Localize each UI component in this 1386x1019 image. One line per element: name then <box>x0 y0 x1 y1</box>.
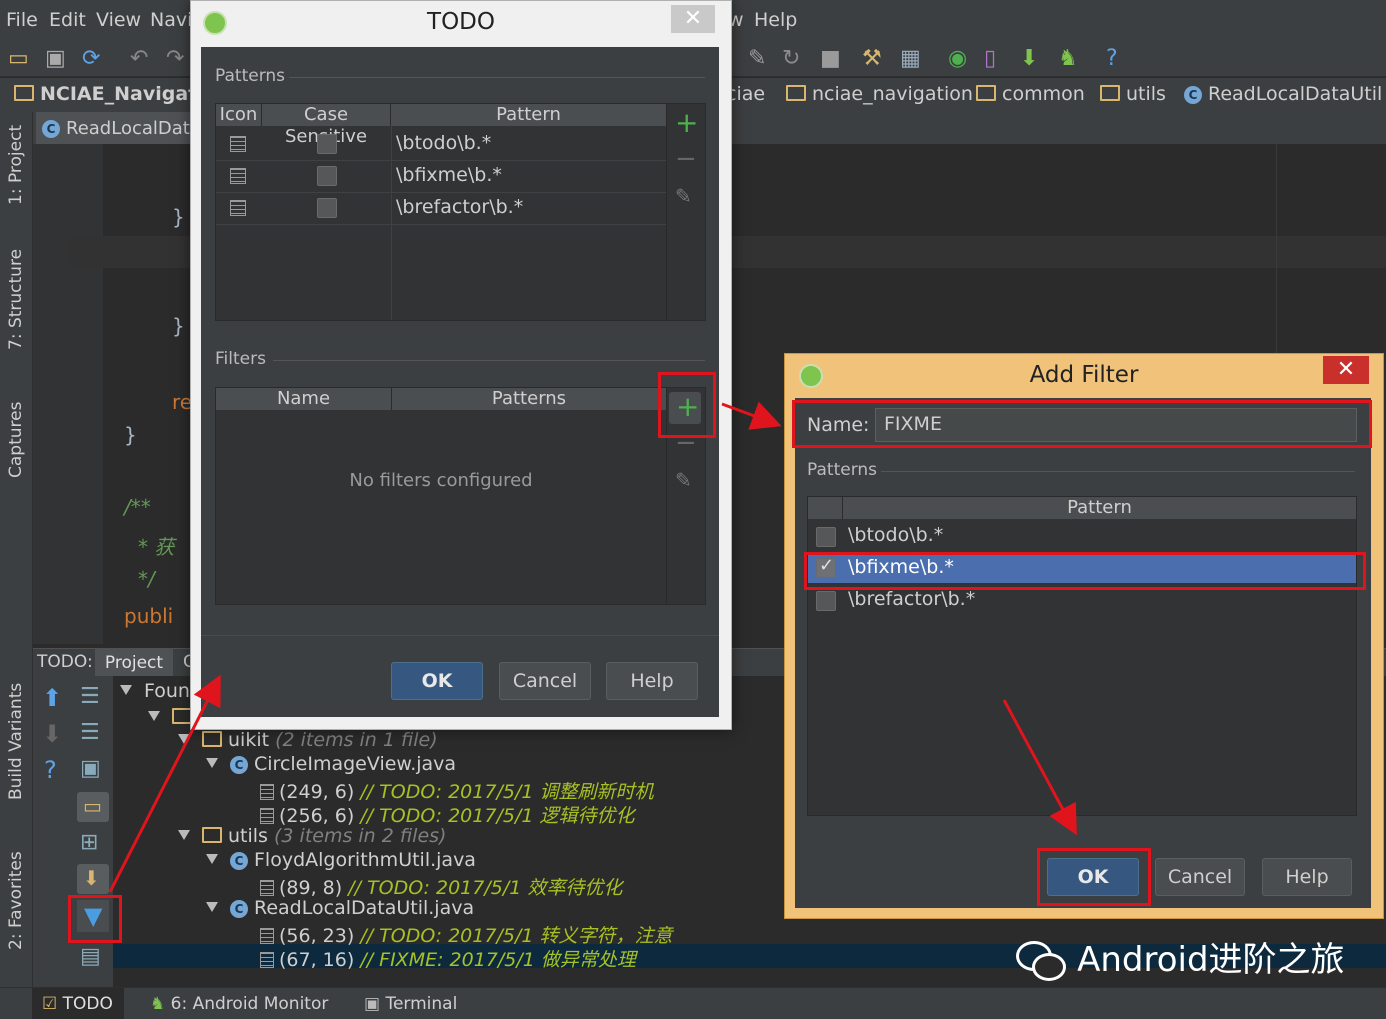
arrow-to-ok <box>1002 699 1077 836</box>
arrow-filter-to-dialog <box>108 674 221 893</box>
annotation-arrows <box>108 401 1077 893</box>
arrow-add-to-dialog <box>721 401 782 430</box>
